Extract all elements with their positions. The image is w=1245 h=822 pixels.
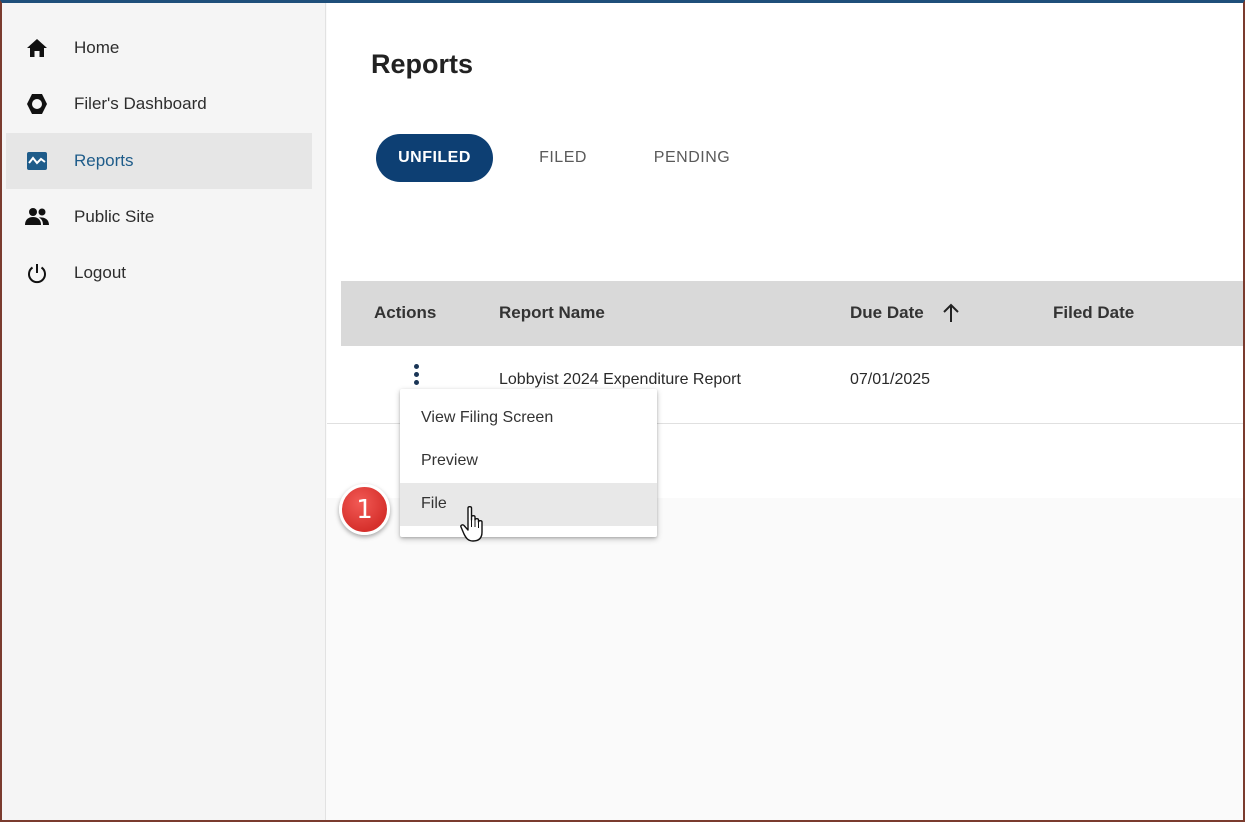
- row-actions-menu-icon[interactable]: [407, 362, 427, 388]
- menu-item-view-filing-screen[interactable]: View Filing Screen: [400, 397, 657, 440]
- tab-filed[interactable]: FILED: [523, 134, 603, 182]
- table-header: Actions Report Name Due Date Filed Date: [341, 281, 1243, 346]
- tab-unfiled[interactable]: UNFILED: [376, 134, 493, 182]
- sidebar-item-home[interactable]: Home: [6, 20, 312, 76]
- tab-label: PENDING: [653, 149, 731, 166]
- app-window: Home Filer's Dashboard Reports Public Si…: [0, 0, 1245, 822]
- hand-pointer-cursor-icon: [460, 506, 483, 542]
- home-icon: [22, 35, 52, 61]
- sidebar: Home Filer's Dashboard Reports Public Si…: [2, 3, 326, 820]
- column-header-due-date[interactable]: Due Date: [850, 303, 924, 323]
- sort-ascending-icon[interactable]: [939, 301, 963, 325]
- menu-item-label: View Filing Screen: [421, 409, 554, 426]
- gear-icon: [22, 91, 52, 117]
- column-header-actions: Actions: [374, 303, 437, 322]
- people-icon: [22, 204, 52, 230]
- sidebar-item-filers-dashboard[interactable]: Filer's Dashboard: [6, 76, 312, 132]
- menu-item-preview[interactable]: Preview: [400, 440, 657, 483]
- menu-item-label: Preview: [421, 452, 478, 469]
- sidebar-item-reports[interactable]: Reports: [6, 133, 312, 189]
- power-icon: [22, 260, 52, 286]
- step-number: 1: [356, 494, 373, 525]
- row-actions-dropdown: View Filing Screen Preview File: [400, 389, 657, 537]
- sidebar-item-label: Home: [74, 38, 120, 57]
- tab-label: FILED: [539, 149, 587, 166]
- sidebar-item-logout[interactable]: Logout: [6, 245, 312, 301]
- tab-pending[interactable]: PENDING: [643, 134, 741, 182]
- cell-due-date: 07/01/2025: [850, 371, 931, 388]
- sidebar-item-public-site[interactable]: Public Site: [6, 189, 312, 245]
- menu-item-file[interactable]: File: [400, 483, 657, 526]
- step-number-badge: 1: [339, 484, 390, 535]
- sidebar-item-label: Filer's Dashboard: [74, 94, 207, 113]
- reports-chart-icon: [22, 148, 52, 174]
- sidebar-item-label: Logout: [74, 263, 126, 282]
- cell-report-name: Lobbyist 2024 Expenditure Report: [499, 371, 741, 388]
- column-header-filed-date[interactable]: Filed Date: [1053, 303, 1134, 323]
- sidebar-item-label: Public Site: [74, 207, 155, 226]
- sidebar-item-label: Reports: [74, 151, 134, 170]
- tab-label: UNFILED: [398, 149, 471, 166]
- column-header-report-name[interactable]: Report Name: [499, 303, 605, 323]
- menu-item-label: File: [421, 495, 447, 512]
- page-title: Reports: [371, 49, 474, 79]
